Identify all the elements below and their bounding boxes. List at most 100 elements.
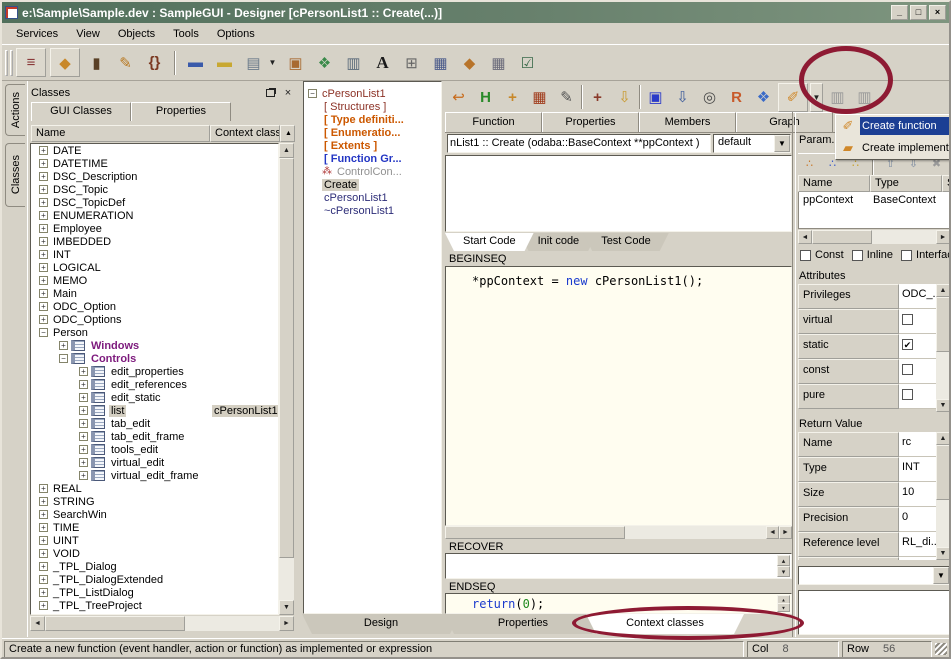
class-tree-item[interactable]: − Controls [31, 352, 278, 365]
scroll-thumb[interactable] [812, 230, 872, 244]
scroll-left-icon[interactable]: ◄ [30, 616, 45, 631]
scroll-thumb[interactable] [45, 616, 185, 631]
scroll-up-icon[interactable]: ▲ [936, 284, 950, 297]
member-tree-item[interactable]: [ Extents ] [304, 139, 441, 152]
impl-icon[interactable]: ▥ [852, 85, 877, 110]
expand-toggle-icon[interactable]: + [39, 159, 48, 168]
return-field-value[interactable]: 10 [899, 482, 936, 507]
expand-toggle-icon[interactable]: + [79, 445, 88, 454]
add-type-icon[interactable]: + [500, 85, 525, 110]
edit-note-icon[interactable]: ✎ [113, 50, 138, 75]
class-tree-item[interactable]: + Windows [31, 339, 278, 352]
expand-toggle-icon[interactable]: + [39, 588, 48, 597]
menu-item[interactable]: Options [209, 26, 263, 42]
scroll-up-icon[interactable]: ▴ [777, 555, 790, 566]
column-header-context[interactable]: Context class [210, 125, 280, 142]
class-tree-item[interactable]: + DATE [31, 144, 278, 157]
panel-tab[interactable]: Properties [131, 102, 231, 121]
class-tree-item[interactable]: + LOGICAL [31, 261, 278, 274]
class-tree-item[interactable]: + _TPL_ListDialog [31, 586, 278, 599]
assign-icon[interactable]: ⇩ [612, 85, 637, 110]
class-tree-item[interactable]: + TIME [31, 521, 278, 534]
expand-toggle-icon[interactable]: + [39, 224, 48, 233]
param-new-icon[interactable]: ∴ [800, 155, 819, 172]
expand-toggle-icon[interactable]: + [39, 211, 48, 220]
expand-toggle-icon[interactable]: + [39, 250, 48, 259]
member-tree-item[interactable]: cPersonList1 [304, 191, 441, 204]
attribute-value[interactable] [899, 384, 936, 409]
scroll-left-icon[interactable]: ◄ [766, 526, 779, 539]
checkbox-icon[interactable] [852, 250, 863, 261]
class-tree-item[interactable]: + INT [31, 248, 278, 261]
scroll-left-icon[interactable]: ◄ [798, 230, 812, 244]
return-field-value[interactable]: INT [899, 457, 936, 482]
modifier-checkbox[interactable]: Const [800, 249, 844, 261]
minimize-button[interactable]: _ [891, 5, 908, 20]
expand-toggle-icon[interactable]: + [79, 471, 88, 480]
member-tree-item[interactable]: [ Structures ] [304, 100, 441, 113]
grid-column-header[interactable]: Type [870, 175, 942, 192]
expand-toggle-icon[interactable]: + [39, 263, 48, 272]
scroll-thumb[interactable] [445, 526, 625, 539]
attribute-row[interactable]: virtual [798, 309, 936, 334]
member-tree-item[interactable]: Create [304, 178, 441, 191]
description-area[interactable] [445, 155, 792, 232]
return-field-value[interactable]: 0 [899, 507, 936, 532]
expand-toggle-icon[interactable]: + [39, 315, 48, 324]
chamfer-icon[interactable]: ◆ [50, 48, 80, 77]
list-columns-icon[interactable]: ▦ [428, 50, 453, 75]
return-row[interactable]: Size 10 [798, 482, 936, 507]
expand-toggle-icon[interactable]: + [79, 432, 88, 441]
expand-toggle-icon[interactable]: + [59, 341, 68, 350]
expand-toggle-icon[interactable]: + [39, 575, 48, 584]
class-tree-item[interactable]: + ODC_Options [31, 313, 278, 326]
menu-option[interactable]: ✐ Create function [836, 115, 951, 137]
scroll-down-icon[interactable]: ▾ [777, 603, 790, 612]
scroll-down-icon[interactable]: ▾ [777, 566, 790, 577]
member-tree-item[interactable]: [ Type definiti... [304, 113, 441, 126]
drawer-blue-icon[interactable]: ▬ [183, 50, 208, 75]
drawer-yellow-icon[interactable]: ▬ [212, 50, 237, 75]
dropdown-arrow-icon[interactable]: ▼ [266, 50, 279, 75]
attribute-value[interactable] [899, 309, 936, 334]
chevron-down-icon[interactable]: ▼ [933, 567, 949, 584]
scroll-down-icon[interactable]: ▼ [279, 600, 294, 615]
binding-icon[interactable]: {} [142, 50, 167, 75]
endseq-editor[interactable]: return(0); ▴ ▾ [445, 593, 792, 614]
modifier-checkbox[interactable]: Inline [852, 249, 893, 261]
header-file-icon[interactable]: H [473, 85, 498, 110]
sort-asc-icon[interactable]: ▲ [280, 125, 295, 142]
member-tree-item[interactable]: − cPersonList1 [304, 87, 441, 100]
expand-toggle-icon[interactable]: + [39, 237, 48, 246]
class-tree-item[interactable]: + edit_static [31, 391, 278, 404]
expand-toggle-icon[interactable]: − [59, 354, 68, 363]
expand-toggle-icon[interactable]: + [39, 497, 48, 506]
edit-function-icon[interactable]: ✎ [554, 85, 579, 110]
close-button[interactable]: × [929, 5, 946, 20]
checkbox-icon[interactable] [902, 339, 913, 350]
class-tree-item[interactable]: + _TPL_TreeProject [31, 599, 278, 612]
return-row[interactable]: Name rc [798, 432, 936, 457]
float-panel-icon[interactable] [266, 89, 275, 97]
class-tree-icon[interactable]: ≡ [16, 48, 46, 77]
chevron-down-icon[interactable]: ▼ [774, 135, 790, 152]
dock-tab-classes[interactable]: Classes [5, 143, 25, 207]
attribute-row[interactable]: static [798, 334, 936, 359]
expand-toggle-icon[interactable]: + [39, 484, 48, 493]
image-icon[interactable]: ▣ [283, 50, 308, 75]
expand-toggle-icon[interactable]: + [39, 510, 48, 519]
resize-grip[interactable] [935, 643, 947, 655]
form-select-icon[interactable]: ▤ [241, 50, 266, 75]
expand-toggle-icon[interactable]: + [39, 276, 48, 285]
chamfer2-icon[interactable]: ◆ [457, 50, 482, 75]
recover-editor[interactable]: ▴ ▾ [445, 553, 792, 579]
checkbox-icon[interactable] [902, 389, 913, 400]
expand-toggle-icon[interactable]: + [39, 523, 48, 532]
scroll-thumb[interactable] [936, 297, 950, 352]
return-field-value[interactable]: RL_di... [899, 532, 936, 557]
scroll-up-icon[interactable]: ▲ [936, 432, 950, 445]
class-tree-item[interactable]: + Main [31, 287, 278, 300]
view-tab[interactable]: Context classes [586, 614, 744, 634]
params-grid[interactable]: ppContext BaseContext [798, 192, 950, 229]
scroll-thumb[interactable] [279, 158, 294, 558]
